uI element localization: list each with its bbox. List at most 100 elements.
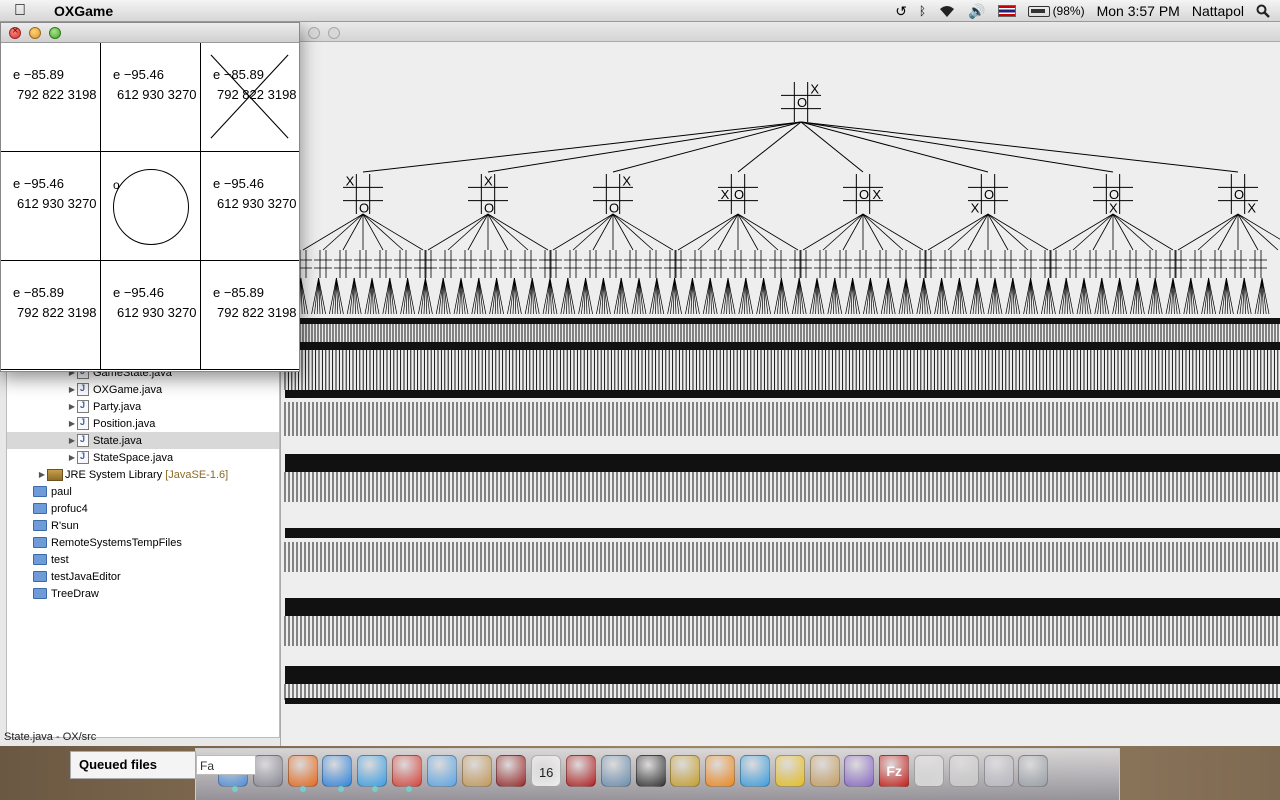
board-cell[interactable]: e −95.46 612 930 3270 bbox=[201, 152, 299, 261]
menu-clock[interactable]: Mon 3:57 PM bbox=[1097, 3, 1180, 19]
level2-node-grid bbox=[539, 250, 557, 278]
board-cell[interactable]: o bbox=[101, 152, 201, 261]
explorer-item[interactable]: testJavaEditor bbox=[7, 568, 279, 585]
board-cell[interactable]: e −85.89 792 822 3198 bbox=[201, 261, 299, 370]
minimize-icon[interactable] bbox=[29, 27, 41, 39]
orb-icon[interactable] bbox=[844, 755, 875, 787]
level2-node-grid bbox=[914, 250, 932, 278]
queued-files-panel[interactable]: Queued files bbox=[70, 751, 196, 779]
mail-icon[interactable] bbox=[426, 755, 457, 787]
itunes-icon[interactable] bbox=[740, 755, 770, 787]
board-cell[interactable]: e −85.89 792 822 3198 bbox=[1, 43, 101, 152]
explorer-item[interactable]: R'sun bbox=[7, 517, 279, 534]
battery-status[interactable]: (98%) bbox=[1027, 4, 1085, 18]
explorer-item[interactable]: test bbox=[7, 551, 279, 568]
oxgame-titlebar[interactable] bbox=[1, 23, 299, 43]
explorer-item[interactable]: profuc4 bbox=[7, 500, 279, 517]
level2-node-grid bbox=[519, 250, 537, 278]
safari-icon[interactable] bbox=[357, 755, 388, 787]
node-x-mark: X bbox=[346, 174, 355, 189]
level2-node-grid bbox=[959, 250, 977, 278]
explorer-item[interactable]: ▶ State.java bbox=[7, 432, 279, 449]
disclosure-triangle-icon[interactable]: ▶ bbox=[67, 453, 77, 462]
disclosure-triangle-icon[interactable]: ▶ bbox=[67, 419, 77, 428]
folder-icon bbox=[33, 503, 47, 514]
explorer-item[interactable]: ▶ OXGame.java bbox=[7, 381, 279, 398]
node-x-mark: X bbox=[1109, 200, 1118, 215]
tree-edge bbox=[987, 213, 1049, 251]
explorer-item[interactable]: ▶ Party.java bbox=[7, 398, 279, 415]
board-cell[interactable]: e −85.89 792 822 3198 bbox=[201, 43, 299, 152]
explorer-item[interactable]: paul bbox=[7, 483, 279, 500]
imovie-icon[interactable] bbox=[635, 755, 666, 787]
node-o-mark: O bbox=[359, 200, 369, 215]
level2-node-grid bbox=[1019, 250, 1037, 278]
explorer-item[interactable]: TreeDraw bbox=[7, 585, 279, 602]
disclosure-triangle-icon[interactable]: ▶ bbox=[67, 402, 77, 411]
node-x-mark: X bbox=[872, 187, 881, 202]
close-icon[interactable] bbox=[9, 25, 21, 39]
tree-close-icon[interactable] bbox=[308, 27, 320, 39]
tree-hatch bbox=[284, 684, 1278, 700]
explorer-item[interactable]: ▶ JRE System Library [JavaSE-1.6] bbox=[7, 466, 279, 483]
launchpad-icon[interactable] bbox=[252, 755, 283, 787]
wifi-icon[interactable] bbox=[938, 4, 956, 18]
board-cell[interactable]: e −95.46 612 930 3270 bbox=[101, 261, 201, 370]
bluetooth-icon[interactable]: ᛒ bbox=[919, 4, 926, 18]
photo-booth-icon[interactable] bbox=[566, 755, 596, 787]
tree-minimize-icon[interactable] bbox=[328, 27, 340, 39]
tree-band bbox=[285, 698, 1280, 704]
trash-icon[interactable] bbox=[1018, 755, 1049, 787]
iphoto-icon[interactable] bbox=[600, 755, 631, 787]
board-cell[interactable]: e −95.46 612 930 3270 bbox=[1, 152, 101, 261]
time-machine-icon[interactable]: ↺ bbox=[895, 3, 907, 20]
pineapple-icon[interactable] bbox=[670, 755, 701, 787]
volume-icon[interactable]: 🔊 bbox=[968, 3, 985, 20]
cell-state-ids: 792 822 3198 bbox=[217, 305, 297, 320]
node-x-mark: X bbox=[721, 187, 730, 202]
tea-cup-icon[interactable] bbox=[914, 755, 944, 787]
tree-band bbox=[285, 390, 1280, 398]
explorer-item[interactable]: ▶ StateSpace.java bbox=[7, 449, 279, 466]
board-cell[interactable]: e −95.46 612 930 3270 bbox=[101, 43, 201, 152]
explorer-item-label: JRE System Library bbox=[65, 468, 163, 481]
disclosure-triangle-icon[interactable]: ▶ bbox=[37, 470, 47, 479]
tea-cup-2-icon[interactable] bbox=[948, 755, 979, 787]
app-store-icon[interactable] bbox=[322, 755, 353, 787]
battery-percent: (98%) bbox=[1052, 4, 1085, 18]
board-cell[interactable]: e −85.89 792 822 3198 bbox=[1, 261, 101, 370]
package-explorer[interactable]: ▶GameState.java▶OXGame.java▶Party.java▶P… bbox=[6, 362, 280, 738]
apple-icon[interactable]:  bbox=[0, 2, 40, 20]
tree-window-titlebar[interactable] bbox=[281, 22, 1280, 42]
explorer-item-label: StateSpace.java bbox=[93, 451, 174, 464]
tree-edge bbox=[612, 213, 634, 251]
level2-node-grid bbox=[874, 250, 892, 278]
documents-stack-icon[interactable] bbox=[983, 755, 1014, 787]
thai-flag-icon[interactable] bbox=[997, 5, 1016, 17]
calendar-icon[interactable]: 16 bbox=[531, 755, 562, 787]
spotlight-icon[interactable] bbox=[1256, 4, 1270, 18]
explorer-item[interactable]: ▶ Position.java bbox=[7, 415, 279, 432]
vlc-icon[interactable] bbox=[705, 755, 736, 787]
user-menu[interactable]: Nattapol bbox=[1192, 3, 1244, 19]
firefox-icon[interactable] bbox=[287, 755, 318, 787]
radiation-icon[interactable] bbox=[774, 755, 805, 787]
x-mark bbox=[210, 54, 289, 139]
disclosure-triangle-icon[interactable]: ▶ bbox=[67, 436, 77, 445]
explorer-item[interactable]: RemoteSystemsTempFiles bbox=[7, 534, 279, 551]
level2-node-grid bbox=[1064, 250, 1082, 278]
tree-edge bbox=[947, 213, 989, 251]
level2-node-grid bbox=[1249, 250, 1267, 278]
app-menu-name[interactable]: OXGame bbox=[54, 3, 113, 19]
level2-node-grid bbox=[999, 250, 1017, 278]
address-book-icon[interactable] bbox=[461, 755, 492, 787]
chrome-icon[interactable] bbox=[392, 755, 422, 787]
dictionary-icon[interactable] bbox=[496, 755, 527, 787]
running-indicator bbox=[406, 786, 412, 792]
disclosure-triangle-icon[interactable]: ▶ bbox=[67, 385, 77, 394]
level2-node-grid bbox=[354, 250, 372, 278]
filezilla-icon[interactable]: Fz bbox=[879, 755, 910, 787]
archive-icon[interactable] bbox=[809, 755, 840, 787]
explorer-item-label: Party.java bbox=[93, 400, 142, 413]
zoom-icon[interactable] bbox=[49, 27, 61, 39]
